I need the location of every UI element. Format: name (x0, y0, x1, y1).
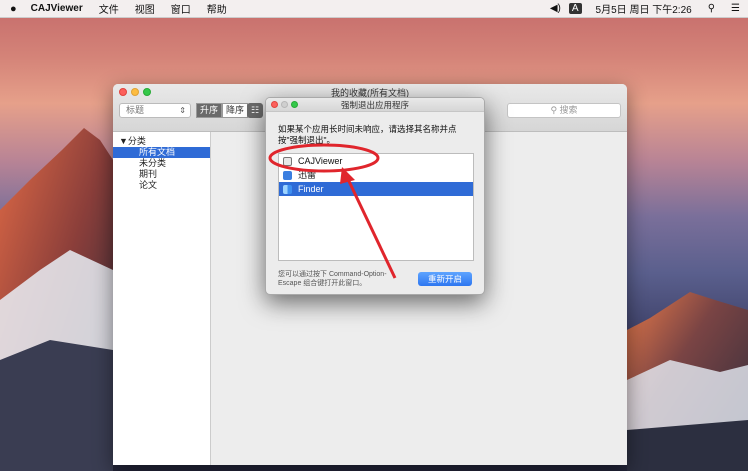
sidebar-item-all-documents[interactable]: 所有文档 (113, 147, 210, 158)
menu-bar: ● CAJViewer 文件 视图 窗口 帮助 ◀) A 5月5日 周日 下午2… (0, 0, 748, 18)
view-mode-icon[interactable]: ☷ (247, 103, 263, 118)
sort-descending-button[interactable]: 降序 (222, 103, 249, 118)
sidebar-item-uncategorized[interactable]: 未分类 (113, 158, 210, 169)
shortcut-hint: 您可以通过按下 Command-Option-Escape 组合键打开此窗口。 (278, 271, 387, 287)
sidebar-item-theses[interactable]: 论文 (113, 180, 210, 191)
relaunch-button[interactable]: 重新开启 (418, 272, 472, 286)
dialog-message: 如果某个应用长时间未响应，请选择其名称并点按"强制退出"。 (278, 124, 457, 145)
app-name: 迅雷 (298, 170, 317, 180)
spotlight-search-icon[interactable]: ⚲ (700, 3, 723, 14)
app-name: CAJViewer (298, 156, 343, 166)
dialog-titlebar: 强制退出应用程序 (266, 98, 484, 112)
app-list: CAJViewer 迅雷 Finder (278, 153, 474, 261)
dialog-title: 强制退出应用程序 (340, 100, 409, 110)
sort-field-select[interactable]: 标题 ⇕ (119, 103, 191, 118)
app-row-cajviewer[interactable]: CAJViewer (279, 154, 473, 168)
search-placeholder: 搜索 (559, 105, 578, 115)
sort-ascending-button[interactable]: 升序 (196, 103, 223, 118)
finder-icon (283, 184, 292, 194)
menu-extras: ◀) A 5月5日 周日 下午2:26 ⚲ ☰ (542, 1, 748, 16)
app-row-thunder[interactable]: 迅雷 (279, 168, 473, 182)
app-name: Finder (298, 184, 324, 194)
menu-window[interactable]: 窗口 (163, 1, 199, 16)
sidebar-group-category[interactable]: ▼分类 (113, 136, 210, 147)
app-row-finder[interactable]: Finder (279, 182, 473, 196)
clock[interactable]: 5月5日 周日 下午2:26 (588, 1, 700, 16)
menu-file[interactable]: 文件 (91, 1, 127, 16)
search-field[interactable]: ⚲ 搜索 (507, 103, 621, 118)
notification-center-icon[interactable]: ☰ (723, 3, 748, 14)
volume-icon[interactable]: ◀) (542, 3, 569, 14)
thunder-icon (283, 170, 292, 180)
sidebar-item-journals[interactable]: 期刊 (113, 169, 210, 180)
menu-view[interactable]: 视图 (127, 1, 163, 16)
sort-order-segment: 升序 降序 (196, 103, 249, 118)
cajviewer-icon (283, 156, 292, 166)
sort-field-value: 标题 (126, 105, 145, 115)
force-quit-dialog: 强制退出应用程序 如果某个应用长时间未响应，请选择其名称并点按"强制退出"。 C… (265, 97, 485, 295)
menu-app-name[interactable]: CAJViewer (23, 3, 91, 14)
search-icon: ⚲ (550, 105, 560, 115)
category-sidebar: ▼分类 所有文档 未分类 期刊 论文 (113, 132, 211, 465)
apple-icon[interactable]: ● (0, 3, 23, 15)
select-arrows-icon: ⇕ (179, 106, 186, 115)
input-source-icon[interactable]: A (568, 3, 582, 14)
menu-help[interactable]: 帮助 (199, 1, 235, 16)
